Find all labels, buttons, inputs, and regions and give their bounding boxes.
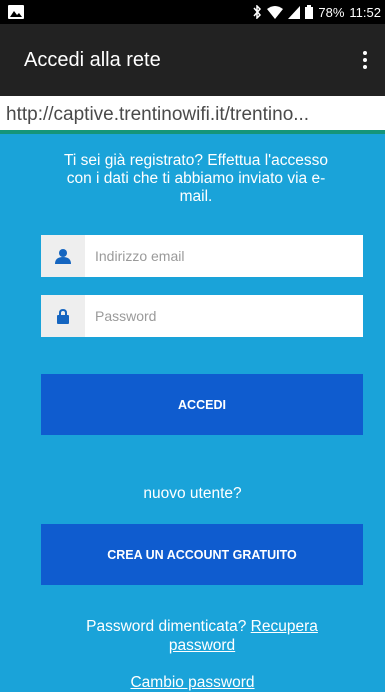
url-bar[interactable]: http://captive.trentinowifi.it/trentino.… xyxy=(0,96,385,134)
signal-icon xyxy=(288,5,301,19)
change-password-row: Cambio password xyxy=(0,674,385,692)
lock-icon xyxy=(41,295,85,337)
email-field xyxy=(41,235,363,277)
login-intro-text: Ti sei già registrato? Effettua l'access… xyxy=(63,152,328,205)
email-input[interactable] xyxy=(85,235,363,277)
password-input[interactable] xyxy=(85,295,363,337)
image-notification-icon xyxy=(8,5,24,19)
wifi-icon xyxy=(267,5,284,19)
page-title: Accedi alla rete xyxy=(24,48,161,71)
clock: 11:52 xyxy=(349,4,381,20)
battery-icon xyxy=(305,5,314,19)
create-account-button[interactable]: CREA UN ACCOUNT GRATUITO xyxy=(41,524,363,585)
status-bar: 78% 11:52 xyxy=(0,0,385,24)
app-bar: Accedi alla rete xyxy=(0,24,385,96)
user-icon xyxy=(41,235,85,277)
change-password-link[interactable]: Cambio password xyxy=(130,674,254,691)
login-panel: Ti sei già registrato? Effettua l'access… xyxy=(0,138,385,691)
bluetooth-icon xyxy=(252,5,262,19)
battery-percent: 78% xyxy=(318,4,345,20)
login-button[interactable]: ACCEDI xyxy=(41,374,363,435)
new-user-prompt: nuovo utente? xyxy=(143,485,242,502)
more-vert-icon[interactable] xyxy=(353,48,377,72)
password-field xyxy=(41,295,363,337)
forgot-password-label: Password dimenticata? xyxy=(86,618,247,635)
forgot-password-text: Password dimenticata? Recupera password xyxy=(60,617,344,655)
